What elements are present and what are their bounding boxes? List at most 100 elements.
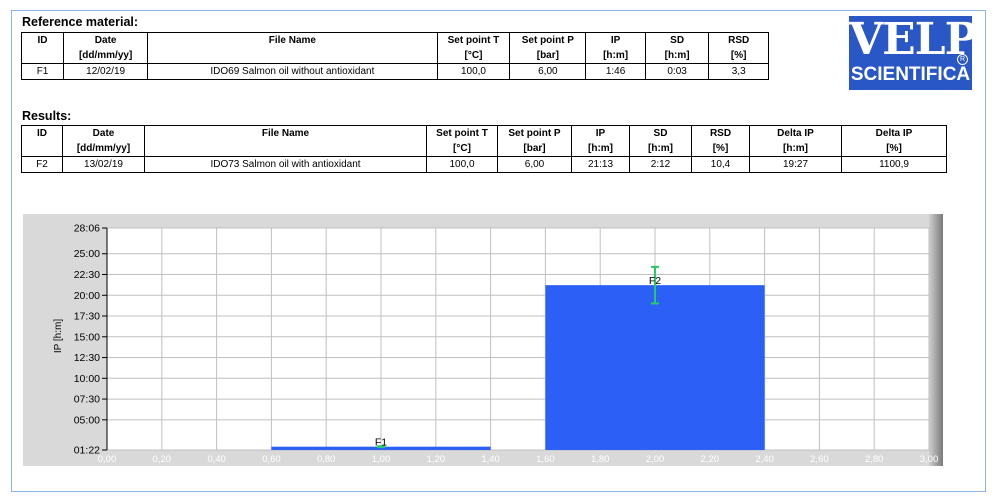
y-tick-label: 07:30 (74, 394, 100, 406)
y-tick-label: 20:00 (74, 290, 100, 302)
table-cell: 1:46 (585, 63, 646, 80)
table-cell: 1100,9 (841, 156, 947, 173)
velp-scientifica-logo: VELP R SCIENTIFICA (849, 14, 978, 90)
column-header: Date (62, 125, 145, 141)
table-header-row: [dd/mm/yy] [°C] [bar] [h:m] [h:m] [%] (20, 48, 769, 64)
column-header: RSD (708, 32, 769, 48)
column-header: IP (585, 32, 646, 48)
y-tick-label: 01:22 (74, 445, 100, 457)
column-header: [°C] (426, 141, 498, 157)
table-header-row: [dd/mm/yy] [°C] [bar] [h:m] [h:m] [%] [h:m] [%] (21, 141, 947, 157)
x-tick-label: 3,00 (920, 454, 939, 465)
column-header: [bar] (497, 141, 572, 157)
results-table: ID Date File Name Set point T Set point P IP S… (21, 125, 947, 173)
table-cell: 12/02/19 (63, 63, 149, 80)
table-cell: 6,00 (497, 156, 572, 173)
table-row: F2 13/02/19 IDO73 Salmon oil with antioxid… (21, 156, 947, 173)
x-tick-label: 2,00 (646, 454, 665, 465)
x-tick-label: 1,20 (427, 454, 446, 465)
reference-title: Reference material: (22, 15, 139, 29)
table-cell: IDO73 Salmon oil with antioxidant (144, 156, 427, 173)
results-title: Results: (22, 109, 72, 123)
x-tick-label: 0,20 (153, 454, 172, 465)
reference-table: ID Date File Name Set point T Set point P IP S… (20, 32, 769, 80)
table-cell: 6,00 (509, 63, 587, 80)
x-tick-label: 2,60 (810, 454, 829, 465)
column-header: ID (20, 32, 65, 48)
y-tick-label: 10:00 (74, 373, 100, 385)
column-header: Date (63, 32, 149, 48)
column-header: Set point P (497, 125, 572, 141)
column-header: [%] (708, 48, 769, 64)
table-cell: 10,4 (691, 156, 750, 173)
logo-text-scientifica: SCIENTIFICA (850, 64, 971, 85)
column-header: File Name (144, 125, 427, 141)
x-tick-label: 2,40 (755, 454, 774, 465)
column-header: RSD (691, 125, 750, 141)
column-header: [%] (841, 141, 947, 157)
y-tick-label: 05:00 (74, 414, 100, 426)
column-header: [bar] (509, 48, 587, 64)
bar-label: F1 (375, 437, 387, 449)
column-header (144, 141, 427, 157)
column-header: [h:m] (571, 141, 630, 157)
x-tick-label: 1,00 (372, 454, 391, 465)
column-header: [dd/mm/yy] (63, 48, 149, 64)
column-header: [°C] (436, 48, 511, 64)
x-tick-label: 1,60 (536, 454, 555, 465)
column-header: [dd/mm/yy] (62, 141, 145, 157)
table-cell: F1 (20, 63, 65, 80)
y-axis-title: IP [h:m] (53, 319, 64, 353)
column-header: Set point P (509, 32, 587, 48)
x-tick-label: 1,80 (591, 454, 610, 465)
table-cell: 2:12 (629, 156, 692, 173)
ip-bar-chart: F1 F2 01:22 05:00 07:30 10:00 12:30 15:00 17:30… (53, 223, 939, 466)
table-cell: 19:27 (749, 156, 842, 173)
y-tick-label: 17:30 (74, 311, 100, 323)
table-cell: 100,0 (426, 156, 498, 173)
table-cell: 100,0 (436, 63, 511, 80)
y-tick-label: 25:00 (74, 248, 100, 260)
table-cell: 0:03 (644, 63, 710, 80)
report-root: Reference material: ID Date File Name Set p… (0, 0, 994, 500)
column-header: Delta IP (841, 125, 947, 141)
column-header: [h:m] (749, 141, 842, 157)
table-cell: 21:13 (571, 156, 630, 173)
column-header (147, 48, 438, 64)
x-tick-label: 0,60 (262, 454, 281, 465)
data-bar (545, 285, 765, 450)
x-tick-label: 0,00 (98, 454, 117, 465)
column-header: ID (21, 125, 63, 141)
y-tick-label: 12:30 (74, 352, 100, 364)
column-header: Delta IP (749, 125, 842, 141)
column-header: Set point T (426, 125, 498, 141)
x-tick-label: 2,80 (865, 454, 884, 465)
y-tick-label: 22:30 (74, 269, 100, 281)
column-header: [h:m] (644, 48, 710, 64)
column-header: [%] (691, 141, 750, 157)
column-header: IP (571, 125, 630, 141)
plot-area (106, 227, 930, 451)
y-tick-label: 28:06 (74, 223, 100, 235)
table-cell: F2 (21, 156, 63, 173)
column-header: SD (644, 32, 710, 48)
column-header: File Name (147, 32, 438, 48)
column-header: [h:m] (629, 141, 692, 157)
table-header-row: ID Date File Name Set point T Set point P IP S… (21, 125, 947, 141)
x-tick-label: 2,20 (701, 454, 720, 465)
bar-label: F2 (649, 275, 661, 287)
table-cell: 3,3 (708, 63, 769, 80)
x-tick-label: 0,80 (317, 454, 336, 465)
column-header: SD (629, 125, 692, 141)
table-header-row: ID Date File Name Set point T Set point P IP S… (20, 32, 769, 48)
table-row: F1 12/02/19 IDO69 Salmon oil without antio… (20, 63, 769, 80)
column-header: Set point T (436, 32, 511, 48)
y-tick-label: 15:00 (74, 331, 100, 343)
table-cell: 13/02/19 (62, 156, 145, 173)
column-header: [h:m] (585, 48, 646, 64)
x-tick-label: 1,40 (481, 454, 500, 465)
column-header (21, 141, 63, 157)
table-cell: IDO69 Salmon oil without antioxidant (147, 63, 438, 80)
x-tick-label: 0,40 (207, 454, 226, 465)
logo-text-velp: VELP (849, 14, 978, 65)
